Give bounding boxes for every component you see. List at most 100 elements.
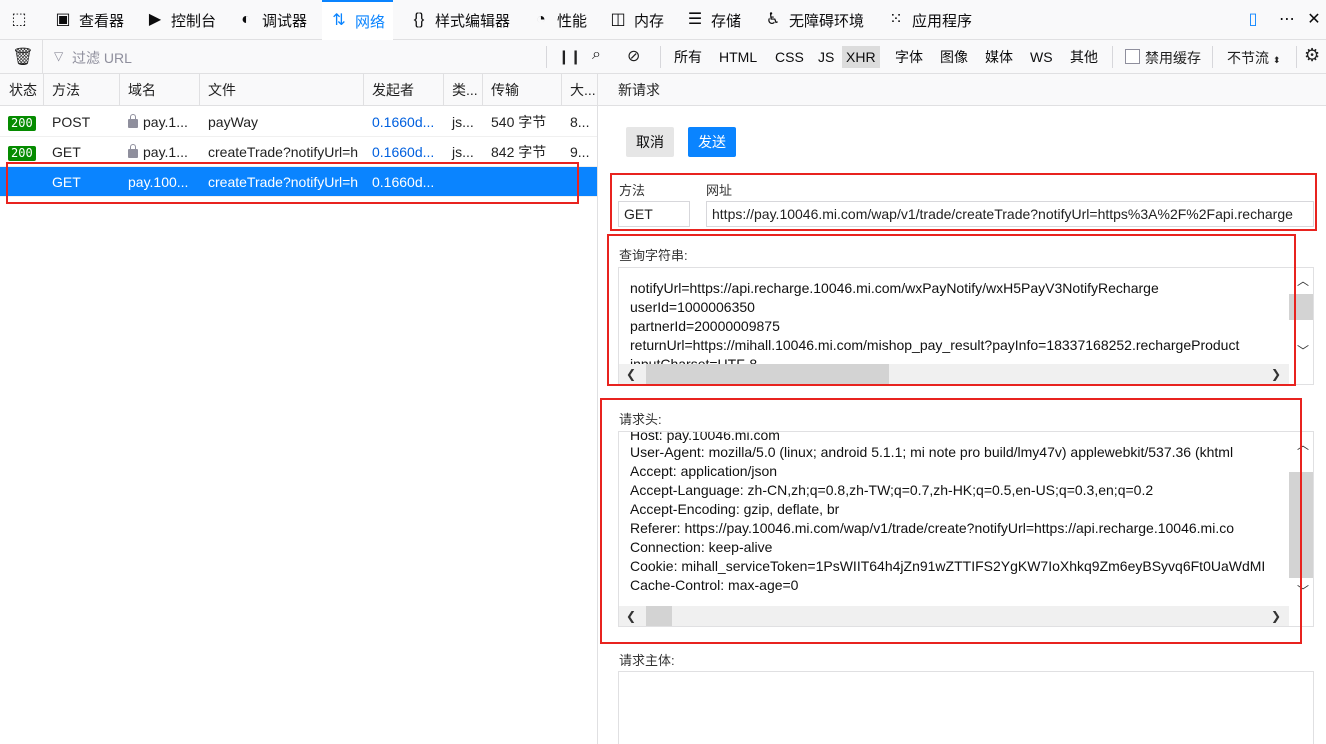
filter-type-js[interactable]: JS (814, 46, 838, 68)
tab-memory[interactable]: ◫ 内存 (609, 0, 664, 40)
column-file[interactable]: 文件 (200, 74, 364, 106)
disable-cache-checkbox[interactable] (1125, 49, 1140, 64)
row-file: payWay (208, 114, 259, 130)
filter-type-all[interactable]: 所有 (670, 46, 706, 68)
header-line: Host: pay.10046.mi.com (630, 431, 780, 443)
divider (546, 46, 547, 68)
storage-icon: ☰ (687, 11, 703, 28)
more-dots-icon: ⋯ (1279, 11, 1295, 28)
query-line: userId=1000006350 (630, 299, 755, 315)
tab-network[interactable]: ⇅ 网络 (322, 0, 394, 40)
filter-type-css[interactable]: CSS (771, 46, 808, 68)
filter-type-images[interactable]: 图像 (936, 46, 972, 68)
tab-inspector[interactable]: ▣ 查看器 (54, 0, 124, 40)
row-initiator[interactable]: 0.1660d... (364, 107, 444, 137)
request-headers-label: 请求头: (619, 412, 662, 427)
network-settings-button[interactable]: ⚙ (1304, 45, 1320, 66)
filter-type-html[interactable]: HTML (715, 46, 761, 68)
column-size[interactable]: 大... (562, 74, 597, 106)
table-row-selected[interactable]: GET pay.100... createTrade?notifyUrl=h 0… (0, 167, 597, 197)
header-line: Cache-Control: max-age=0 (630, 577, 799, 593)
pause-button[interactable]: ❙❙ (558, 48, 581, 65)
tab-application[interactable]: ⁙ 应用程序 (887, 0, 972, 40)
horizontal-scrollbar[interactable]: ❮ ❯ (619, 606, 1289, 626)
row-initiator[interactable]: 0.1660d... (364, 137, 444, 167)
filter-url-input[interactable]: 过滤 URL (72, 48, 132, 68)
column-domain[interactable]: 域名 (120, 74, 200, 106)
tab-debugger[interactable]: ◐ 调试器 (237, 0, 307, 40)
filter-type-media[interactable]: 媒体 (981, 46, 1017, 68)
tab-style-editor[interactable]: {} 样式编辑器 (410, 0, 510, 40)
vertical-scrollbar[interactable]: ︿ ﹀ (1289, 432, 1313, 606)
tab-label: 控制台 (171, 12, 217, 30)
method-input[interactable]: GET (618, 201, 690, 227)
row-method: GET (52, 174, 81, 190)
row-file: createTrade?notifyUrl=h (208, 174, 359, 190)
network-filter-bar: 🗑 ▽ 过滤 URL ❙❙ ⌕ ⊘ 所有 HTML CSS JS XHR 字体 … (0, 40, 1326, 74)
scroll-left-icon: ❮ (626, 609, 637, 623)
scroll-down-icon: ﹀ (1297, 344, 1310, 358)
row-transferred: 540 字节 (491, 114, 547, 130)
tab-label: 无障碍环境 (789, 12, 865, 30)
filter-type-ws[interactable]: WS (1026, 46, 1057, 68)
table-row[interactable]: 200 GET pay.1... createTrade?notifyUrl=h… (0, 137, 597, 167)
query-string-textarea[interactable]: notifyUrl=https://api.recharge.10046.mi.… (618, 267, 1314, 385)
column-status[interactable]: 状态 (0, 74, 44, 106)
column-transferred[interactable]: 传输 (483, 74, 562, 106)
url-input[interactable]: https://pay.10046.mi.com/wap/v1/trade/cr… (706, 201, 1314, 227)
clear-log-button[interactable]: 🗑 (12, 47, 34, 67)
tab-label: 性能 (557, 12, 588, 30)
filter-type-xhr[interactable]: XHR (842, 46, 880, 68)
row-domain: pay.100... (128, 174, 189, 190)
throttle-select[interactable]: 不节流 ⬍ (1227, 48, 1280, 68)
send-button[interactable]: 发送 (688, 127, 736, 157)
row-size: 9... (570, 144, 590, 160)
request-body-textarea[interactable] (618, 671, 1314, 744)
block-button[interactable]: ⊘ (627, 46, 640, 66)
scrollbar-thumb[interactable] (1289, 294, 1313, 320)
tab-storage[interactable]: ☰ 存储 (686, 0, 741, 40)
divider (660, 46, 661, 68)
scrollbar-thumb[interactable] (646, 364, 889, 384)
cursor-picker-icon: ⬚ (11, 11, 27, 28)
query-line: notifyUrl=https://api.recharge.10046.mi.… (630, 280, 1159, 296)
column-method[interactable]: 方法 (44, 74, 120, 106)
scroll-down-icon: ﹀ (1297, 584, 1310, 598)
vertical-scrollbar[interactable]: ︿ ﹀ (1289, 268, 1313, 364)
responsive-mode-button[interactable]: ▯ (1244, 0, 1262, 40)
tab-label: 应用程序 (912, 12, 973, 30)
status-badge: 200 (8, 116, 36, 131)
query-line: returnUrl=https://mihall.10046.mi.com/mi… (630, 337, 1240, 353)
tab-console[interactable]: ▶ 控制台 (146, 0, 216, 40)
row-type: js... (452, 114, 474, 130)
row-initiator[interactable]: 0.1660d... (364, 167, 444, 197)
lock-icon (128, 144, 138, 158)
style-editor-icon: {} (413, 11, 425, 28)
header-line: Accept: application/json (630, 463, 778, 479)
filter-type-fonts[interactable]: 字体 (891, 46, 927, 68)
more-options-button[interactable]: ⋯ (1278, 0, 1296, 40)
scrollbar-thumb[interactable] (1289, 472, 1313, 578)
memory-icon: ◫ (610, 11, 626, 28)
panel-splitter[interactable] (597, 74, 598, 744)
column-initiator[interactable]: 发起者 (364, 74, 444, 106)
horizontal-scrollbar[interactable]: ❮ ❯ (619, 364, 1289, 384)
accessibility-icon: ♿ (765, 11, 781, 28)
filter-type-other[interactable]: 其他 (1066, 46, 1102, 68)
url-label: 网址 (706, 183, 733, 198)
search-button[interactable]: ⌕ (592, 46, 601, 64)
chevron-updown-icon: ⬍ (1272, 55, 1281, 65)
responsive-design-icon: ▯ (1248, 11, 1258, 28)
column-type[interactable]: 类... (444, 74, 483, 106)
row-status (0, 167, 44, 197)
table-row[interactable]: 200 POST pay.1... payWay 0.1660d... js..… (0, 107, 597, 137)
header-line: Accept-Encoding: gzip, deflate, br (630, 501, 840, 517)
cancel-button[interactable]: 取消 (626, 127, 674, 157)
element-picker-button[interactable]: ⬚ (10, 0, 28, 40)
tab-accessibility[interactable]: ♿ 无障碍环境 (764, 0, 864, 40)
row-method: GET (52, 144, 81, 160)
scrollbar-thumb[interactable] (646, 606, 672, 626)
request-headers-textarea[interactable]: Host: pay.10046.mi.com User-Agent: mozil… (618, 431, 1314, 627)
close-toolbox-button[interactable]: ✕ (1305, 0, 1323, 40)
tab-performance[interactable]: ◔ 性能 (532, 0, 587, 40)
